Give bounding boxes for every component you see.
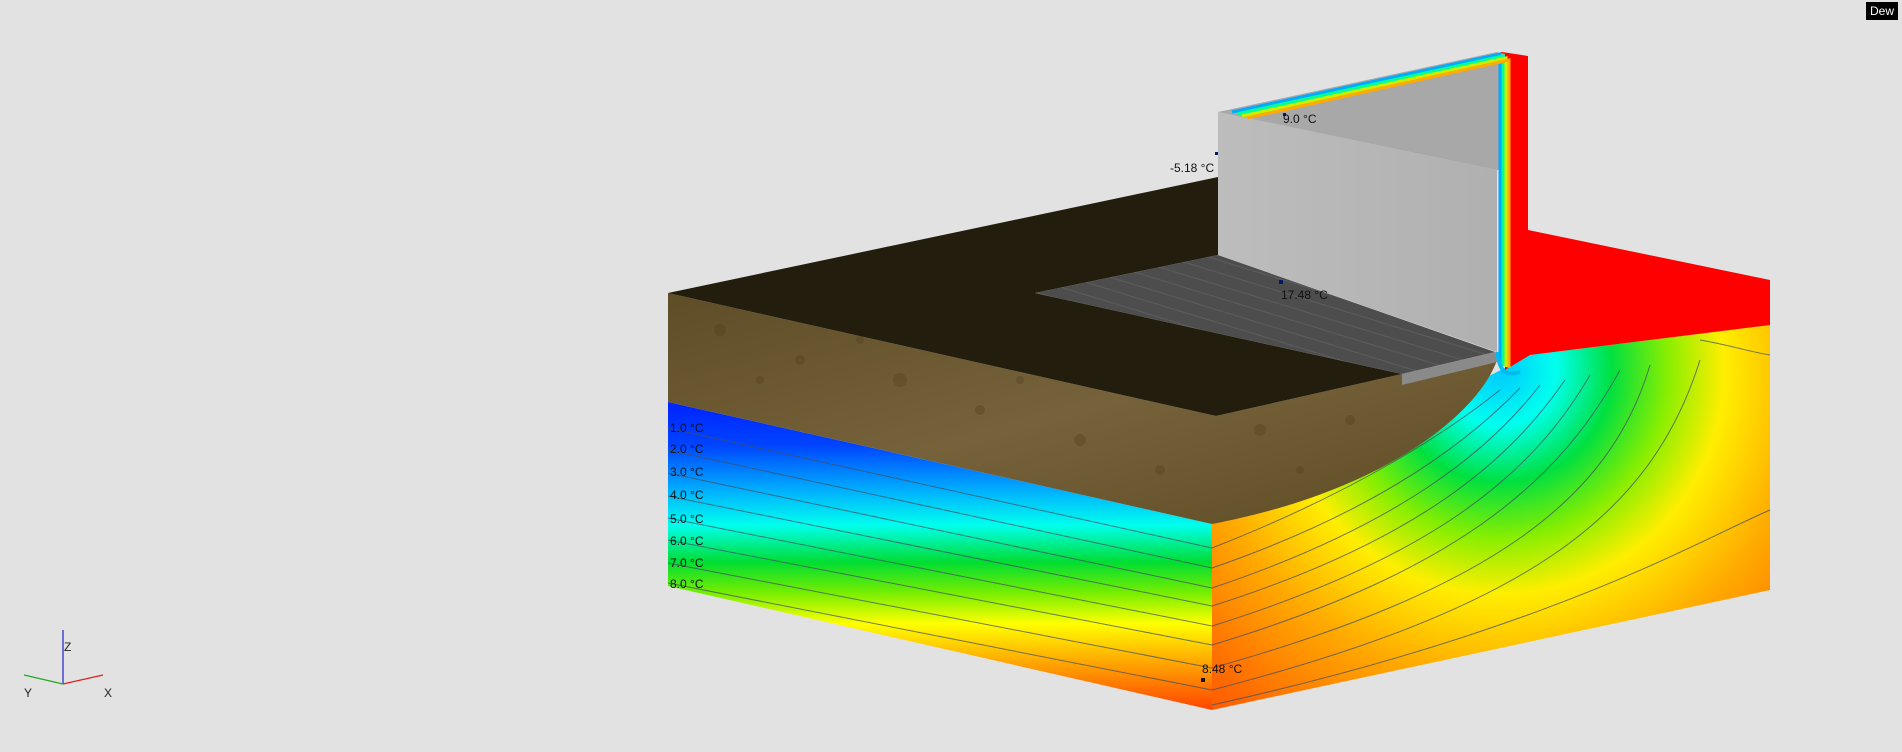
- coordinate-axes-icon: Z Y X: [23, 630, 112, 700]
- isotherm-label: 4.0 °C: [670, 488, 704, 502]
- z-axis-label: Z: [64, 640, 71, 654]
- isotherm-label: 1.0 °C: [670, 421, 704, 435]
- probe-marker[interactable]: [1215, 152, 1218, 155]
- isotherm-label: 6.0 °C: [670, 534, 704, 548]
- dew-mode-button[interactable]: Dew: [1865, 2, 1898, 20]
- probe-top[interactable]: 9.0 °C: [1283, 112, 1317, 126]
- isotherm-label: 5.0 °C: [670, 512, 704, 526]
- y-axis-line: [23, 674, 64, 685]
- probe-label: 17.48 °C: [1281, 288, 1328, 302]
- probe-label: 8.48 °C: [1202, 662, 1242, 676]
- probe-outer-wall[interactable]: -5.18 °C: [1170, 152, 1218, 175]
- x-axis-line: [62, 674, 104, 685]
- isotherm-label: 7.0 °C: [670, 556, 704, 570]
- probe-label: 9.0 °C: [1283, 112, 1317, 126]
- 3d-viewport[interactable]: 1.0 °C 2.0 °C 3.0 °C 4.0 °C 5.0 °C 6.0 °…: [0, 0, 1902, 747]
- model-canvas[interactable]: 1.0 °C 2.0 °C 3.0 °C 4.0 °C 5.0 °C 6.0 °…: [0, 0, 1902, 747]
- probe-label: -5.18 °C: [1170, 161, 1214, 175]
- x-axis-label: X: [104, 686, 112, 700]
- y-axis-label: Y: [24, 686, 32, 700]
- isotherm-label: 8.0 °C: [670, 577, 704, 591]
- probe-marker[interactable]: [1279, 280, 1283, 284]
- isotherm-label: 2.0 °C: [670, 442, 704, 456]
- isotherm-label: 3.0 °C: [670, 465, 704, 479]
- probe-marker[interactable]: [1201, 678, 1205, 682]
